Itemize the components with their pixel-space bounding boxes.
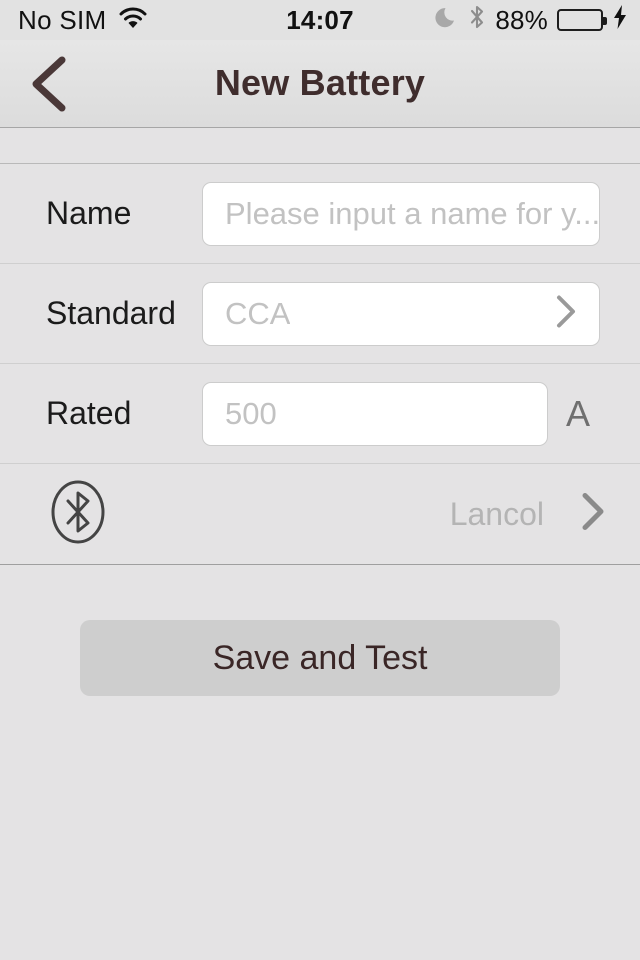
standard-select-value: CCA: [225, 295, 291, 331]
rated-label: Rated: [46, 395, 132, 431]
form-row-standard: Standard CCA: [0, 264, 640, 364]
standard-select[interactable]: CCA: [202, 281, 600, 346]
chevron-right-icon[interactable]: [576, 489, 610, 540]
rated-unit-label: A: [566, 392, 591, 434]
name-label: Name: [46, 195, 132, 231]
rated-input[interactable]: 500: [202, 381, 548, 446]
save-and-test-button[interactable]: Save and Test: [80, 620, 560, 696]
bluetooth-circle-icon: [48, 477, 108, 552]
battery-percent-label: 88%: [495, 4, 548, 35]
chevron-right-icon: [551, 291, 581, 336]
navigation-bar: New Battery: [0, 40, 640, 128]
status-bar: No SIM 14:07 88%: [0, 0, 640, 40]
app-screen: No SIM 14:07 88% New Battery Name Please…: [0, 0, 640, 960]
form-row-rated: Rated 500 A: [0, 364, 640, 464]
bluetooth-device-label: Lancol: [449, 495, 544, 532]
status-bar-right: 88%: [435, 4, 628, 37]
rated-input-placeholder: 500: [225, 395, 277, 431]
form-row-bluetooth[interactable]: Lancol: [0, 464, 640, 564]
empty-content-area: [0, 700, 640, 960]
battery-icon: [557, 9, 607, 31]
bluetooth-icon: [468, 4, 486, 37]
name-input-placeholder: Please input a name for y...: [225, 195, 599, 231]
page-title: New Battery: [214, 62, 426, 103]
moon-icon: [435, 5, 459, 36]
name-input[interactable]: Please input a name for y...: [202, 181, 600, 246]
standard-label: Standard: [46, 295, 176, 331]
form-row-name: Name Please input a name for y...: [0, 164, 640, 264]
battery-form-group: Name Please input a name for y... Standa…: [0, 163, 640, 565]
lightning-bolt-icon: [612, 4, 628, 37]
